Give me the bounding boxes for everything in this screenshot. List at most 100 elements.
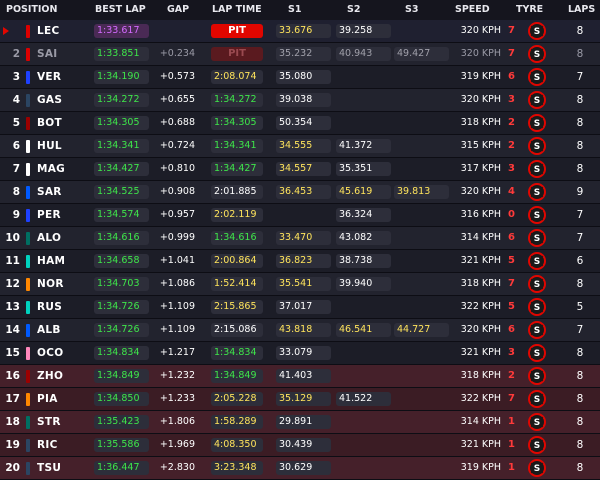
header-position[interactable]: POSITION (6, 4, 57, 15)
table-row[interactable]: 3 VER 1:34.190 +0.573 2:08.074 35.080 31… (0, 66, 600, 89)
last-lap-time: 1:34.834 (211, 346, 263, 360)
table-row[interactable]: 7 MAG 1:34.427 +0.810 1:34.427 34.557 35… (0, 158, 600, 181)
soft-tyre-icon: S (528, 137, 546, 155)
laps-count: 8 (576, 163, 584, 175)
header-laps[interactable]: LAPS (568, 4, 595, 15)
driver-code: HAM (37, 255, 66, 267)
gap-value: +0.724 (159, 140, 195, 151)
table-row[interactable]: 2 SAI 1:33.851 +0.234 PIT 35.232 40.943 … (0, 43, 600, 66)
sector-1-time: 39.038 (276, 93, 331, 107)
table-row[interactable]: 9 PER 1:34.574 +0.957 2:02.119 36.324 31… (0, 204, 600, 227)
position-number: 6 (12, 140, 20, 152)
table-row[interactable]: 11 HAM 1:34.658 +1.041 2:00.864 36.823 3… (0, 250, 600, 273)
best-lap-time: 1:33.617 (94, 24, 149, 38)
header-s1[interactable]: S1 (288, 4, 301, 15)
header-gap[interactable]: GAP (167, 4, 189, 15)
table-row[interactable]: 19 RIC 1:35.586 +1.969 4:08.350 30.439 3… (0, 434, 600, 457)
table-row[interactable]: 18 STR 1:35.423 +1.806 1:58.289 29.891 3… (0, 411, 600, 434)
gap-value: +0.573 (159, 71, 195, 82)
driver-code: SAI (37, 48, 58, 60)
table-row[interactable]: 4 GAS 1:34.272 +0.655 1:34.272 39.038 32… (0, 89, 600, 112)
laps-count: 8 (576, 278, 584, 290)
table-row[interactable]: 5 BOT 1:34.305 +0.688 1:34.305 50.354 31… (0, 112, 600, 135)
header-s2[interactable]: S2 (347, 4, 360, 15)
last-lap-time: 4:08.350 (211, 438, 263, 452)
header-best-lap[interactable]: BEST LAP (95, 4, 146, 15)
tyre-age: 5 (508, 255, 515, 266)
driver-code: PER (37, 209, 61, 221)
sector-1-time: 33.470 (276, 231, 331, 245)
tyre-age: 2 (508, 370, 515, 381)
tyre-compound-letter: S (534, 73, 540, 83)
speed-trap: 315 KPH (460, 140, 501, 151)
table-row[interactable]: 10 ALO 1:34.616 +0.999 1:34.616 33.470 4… (0, 227, 600, 250)
position-number: 9 (12, 209, 20, 221)
driver-code: LEC (37, 25, 60, 37)
team-color-bar (26, 393, 30, 406)
column-header-row: POSITION BEST LAP GAP LAP TIME S1 S2 S3 … (0, 0, 600, 20)
table-row[interactable]: 20 TSU 1:36.447 +2.830 3:23.348 30.629 3… (0, 457, 600, 480)
position-number: 19 (5, 439, 20, 451)
speed-trap: 318 KPH (460, 278, 501, 289)
best-lap-time: 1:34.190 (94, 70, 149, 84)
table-row[interactable]: 8 SAR 1:34.525 +0.908 2:01.885 36.453 45… (0, 181, 600, 204)
best-lap-time: 1:34.849 (94, 369, 149, 383)
team-color-bar (26, 301, 30, 314)
best-lap-time: 1:34.850 (94, 392, 149, 406)
header-tyre[interactable]: TYRE (516, 4, 543, 15)
sector-1-time: 35.080 (276, 70, 331, 84)
laps-count: 7 (576, 71, 584, 83)
table-row[interactable]: 6 HUL 1:34.341 +0.724 1:34.341 34.555 41… (0, 135, 600, 158)
gap-value: +2.830 (159, 462, 195, 473)
best-lap-time: 1:34.834 (94, 346, 149, 360)
best-lap-time: 1:34.726 (94, 300, 149, 314)
header-lap-time[interactable]: LAP TIME (212, 4, 262, 15)
table-row[interactable]: 15 OCO 1:34.834 +1.217 1:34.834 33.079 3… (0, 342, 600, 365)
speed-trap: 320 KPH (460, 25, 501, 36)
tyre-age: 0 (508, 209, 515, 220)
best-lap-time: 1:34.703 (94, 277, 149, 291)
best-lap-time: 1:35.586 (94, 438, 149, 452)
speed-trap: 317 KPH (460, 163, 501, 174)
laps-count: 9 (576, 186, 584, 198)
header-s3[interactable]: S3 (405, 4, 418, 15)
gap-value: +1.969 (159, 439, 195, 450)
best-lap-time: 1:34.658 (94, 254, 149, 268)
table-row[interactable]: 16 ZHO 1:34.849 +1.232 1:34.849 41.403 3… (0, 365, 600, 388)
team-color-bar (26, 186, 30, 199)
position-number: 3 (12, 71, 20, 83)
best-lap-time: 1:34.272 (94, 93, 149, 107)
last-lap-time: 2:02.119 (211, 208, 263, 222)
team-color-bar (26, 416, 30, 429)
position-number: 11 (5, 255, 20, 267)
table-row[interactable]: 17 PIA 1:34.850 +1.233 2:05.228 35.129 4… (0, 388, 600, 411)
speed-trap: 319 KPH (460, 71, 501, 82)
tyre-compound-letter: S (534, 441, 540, 451)
last-lap-time: 3:23.348 (211, 461, 263, 475)
tyre-age: 7 (508, 25, 515, 36)
best-lap-time: 1:34.525 (94, 185, 149, 199)
laps-count: 7 (576, 232, 584, 244)
tyre-age: 7 (508, 278, 515, 289)
header-speed[interactable]: SPEED (455, 4, 490, 15)
soft-tyre-icon: S (528, 68, 546, 86)
table-row[interactable]: 14 ALB 1:34.726 +1.109 2:15.086 43.818 4… (0, 319, 600, 342)
table-row[interactable]: 13 RUS 1:34.726 +1.109 2:15.865 37.017 3… (0, 296, 600, 319)
sector-1-time: 36.823 (276, 254, 331, 268)
tyre-compound-letter: S (534, 395, 540, 405)
tyre-compound-letter: S (534, 211, 540, 221)
last-lap-time: 1:34.427 (211, 162, 263, 176)
tyre-age: 2 (508, 140, 515, 151)
table-row[interactable]: LEC 1:33.617 PIT 33.676 39.258 320 KPH 7… (0, 20, 600, 43)
table-row[interactable]: 12 NOR 1:34.703 +1.086 1:52.414 35.541 3… (0, 273, 600, 296)
team-color-bar (26, 94, 30, 107)
gap-value: +0.957 (159, 209, 195, 220)
team-color-bar (26, 25, 30, 38)
position-number: 2 (12, 48, 20, 60)
laps-count: 8 (576, 117, 584, 129)
soft-tyre-icon: S (528, 114, 546, 132)
last-lap-time: 2:08.074 (211, 70, 263, 84)
tyre-age: 6 (508, 71, 515, 82)
sector-1-time: 36.453 (276, 185, 331, 199)
team-color-bar (26, 439, 30, 452)
